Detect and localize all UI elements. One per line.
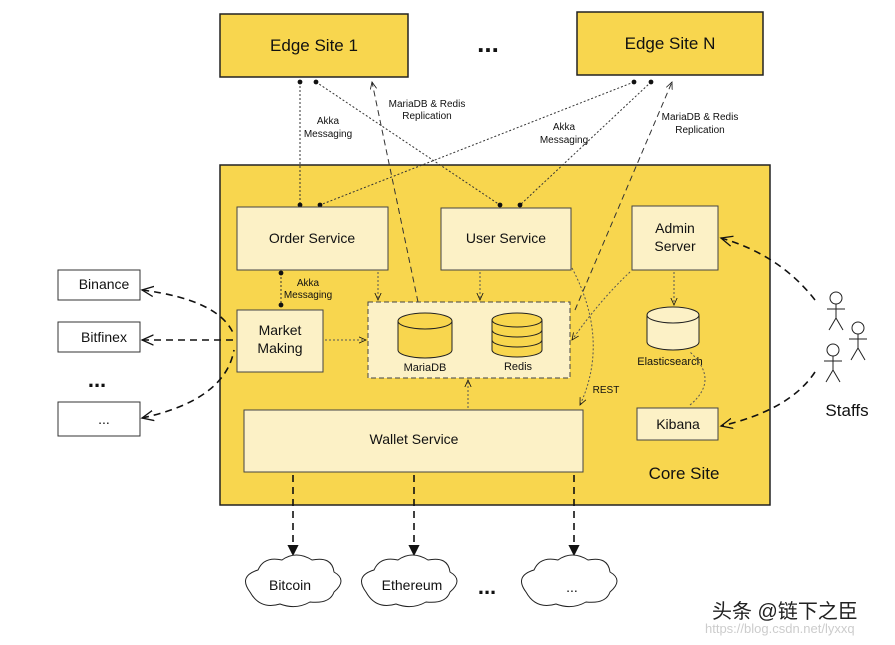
architecture-diagram: Edge Site 1 ... Edge Site N Core Site Ak… xyxy=(0,0,895,645)
wallet-service-label: Wallet Service xyxy=(370,431,459,447)
exchange-binance: Binance xyxy=(57,269,141,301)
admin-server-label: Admin xyxy=(655,220,695,236)
order-service: Order Service xyxy=(236,206,389,271)
staffs-label: Staffs xyxy=(825,401,868,420)
replication-label-2: MariaDB & Redis xyxy=(662,112,739,123)
edge-site-1-label: Edge Site 1 xyxy=(270,36,358,55)
redis-icon xyxy=(491,312,543,358)
mariadb-icon xyxy=(397,312,453,359)
ethereum-label: Ethereum xyxy=(382,577,443,593)
akka-internal-label-2: Messaging xyxy=(284,290,332,301)
admin-server: Admin Server xyxy=(631,205,719,271)
market-making-label-2: Making xyxy=(257,340,302,356)
elasticsearch-icon xyxy=(646,306,700,351)
exchange-other-label: ... xyxy=(98,411,110,427)
watermark-text: 头条 @链下之臣 xyxy=(712,600,858,623)
binance-label: Binance xyxy=(79,276,130,292)
user-service-label: User Service xyxy=(466,230,546,246)
market-making: Market Making xyxy=(236,309,324,373)
exchange-other: ... xyxy=(57,401,141,437)
core-site-label: Core Site xyxy=(649,464,720,483)
chain-ellipsis: ... xyxy=(478,574,496,599)
akka-label-2: Akka xyxy=(553,122,576,133)
replication-label-1: MariaDB & Redis xyxy=(389,99,466,110)
redis-label: Redis xyxy=(504,361,533,373)
user-service: User Service xyxy=(440,207,572,271)
bitcoin-label: Bitcoin xyxy=(269,577,311,593)
wallet-service: Wallet Service xyxy=(243,409,584,473)
chain-other-label: ... xyxy=(566,579,578,595)
exchange-bitfinex: Bitfinex xyxy=(57,321,141,353)
kibana: Kibana xyxy=(636,407,719,441)
admin-server-label-2: Server xyxy=(654,238,696,254)
akka-label-1: Akka xyxy=(317,116,340,127)
market-making-label: Market xyxy=(259,322,302,338)
elasticsearch-label: Elasticsearch xyxy=(637,356,702,368)
akka-label-2b: Messaging xyxy=(540,135,588,146)
kibana-label: Kibana xyxy=(656,416,700,432)
watermark-url: https://blog.csdn.net/lyxxq xyxy=(705,621,855,636)
mariadb-label: MariaDB xyxy=(404,362,447,374)
rest-label: REST xyxy=(593,385,620,396)
edge-ellipsis: ... xyxy=(477,28,499,58)
bitfinex-label: Bitfinex xyxy=(81,329,127,345)
akka-internal-label: Akka xyxy=(297,278,320,289)
replication-label-2b: Replication xyxy=(675,125,724,136)
akka-label-1b: Messaging xyxy=(304,129,352,140)
staff-icon xyxy=(824,291,867,383)
edge-site-1: Edge Site 1 xyxy=(219,13,409,78)
diagram-canvas: Edge Site 1 ... Edge Site N Core Site Ak… xyxy=(57,11,869,636)
edge-site-n-label: Edge Site N xyxy=(625,34,716,53)
edge-site-n: Edge Site N xyxy=(576,11,764,76)
exchange-ellipsis: ... xyxy=(88,367,106,392)
order-service-label: Order Service xyxy=(269,230,356,246)
replication-label-1b: Replication xyxy=(402,111,451,122)
